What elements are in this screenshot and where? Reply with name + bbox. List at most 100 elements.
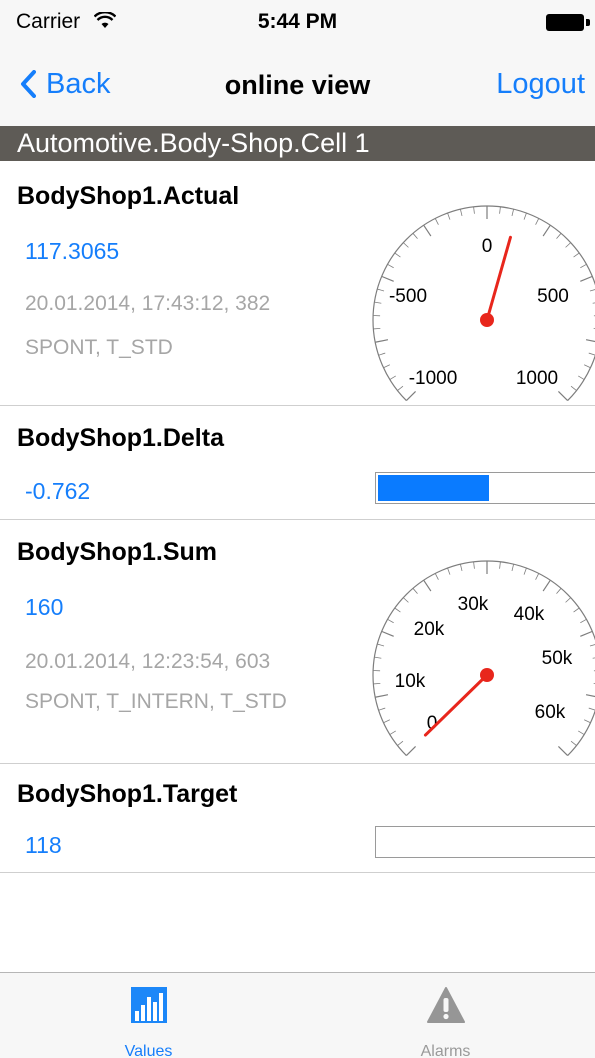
gauge-tick <box>473 206 475 214</box>
gauge-tick <box>589 644 595 647</box>
tab-alarms[interactable]: Alarms <box>297 973 594 1058</box>
gauge-tick <box>535 218 540 225</box>
gauge-tick <box>499 561 501 569</box>
gauge-tick <box>381 275 394 282</box>
gauge-label: 60k <box>535 702 566 723</box>
gauge-tick <box>565 242 571 248</box>
separator <box>0 872 595 873</box>
gauge-tick <box>447 212 451 220</box>
item-value-target: 118 <box>25 832 62 858</box>
gauge-tick <box>412 233 418 239</box>
gauge-tick <box>585 694 595 698</box>
separator <box>0 763 595 764</box>
gauge-label: 1000 <box>516 368 558 389</box>
gauge-tick <box>378 707 386 711</box>
gauge-tick <box>394 252 401 258</box>
section-header: Automotive.Body-Shop.Cell 1 <box>0 126 595 161</box>
gauge-tick <box>434 573 439 580</box>
gauge-tick <box>373 327 381 330</box>
progress-fill-delta <box>378 475 489 501</box>
gauge-label: 10k <box>395 671 426 692</box>
gauge-tick <box>459 564 463 572</box>
gauge-tick <box>580 618 587 624</box>
item-flags-actual: SPONT, T_STD <box>25 336 173 359</box>
gauge-tick <box>588 707 595 711</box>
gauge-tick <box>374 656 382 659</box>
item-title-actual: BodyShop1.Actual <box>17 182 240 210</box>
gauge-label: 0 <box>482 236 493 257</box>
gauge-tick <box>542 224 551 237</box>
gauge-tick <box>381 630 394 637</box>
gauge-tick <box>580 263 587 269</box>
item-value-sum: 160 <box>25 594 64 620</box>
gauge-tick <box>374 301 382 304</box>
separator <box>0 519 595 520</box>
progress-bar-target <box>375 826 595 858</box>
gauge-label: -1000 <box>409 368 458 389</box>
gauge-tick <box>573 252 580 258</box>
gauge-tick <box>394 607 401 613</box>
nav-bar: Back online view Logout <box>0 42 595 126</box>
gauge-tick <box>387 263 394 269</box>
gauge-tick <box>405 745 417 757</box>
gauge-tick <box>375 339 389 343</box>
status-bar: Carrier 5:44 PM <box>0 0 595 42</box>
gauge-tick <box>499 206 501 214</box>
gauge-tick <box>584 719 591 724</box>
gauge-tick <box>377 643 385 647</box>
gauge-tick <box>570 385 577 391</box>
gauge-tick <box>423 579 432 592</box>
gauge-tick <box>375 694 389 698</box>
gauge-tick <box>523 567 527 575</box>
gauge-tick <box>578 375 585 380</box>
gauge-tick <box>377 288 385 292</box>
gauge-label: 50k <box>542 648 573 669</box>
logout-button[interactable]: Logout <box>496 68 585 101</box>
gauge-tick <box>557 745 569 757</box>
item-title-sum: BodyShop1.Sum <box>17 538 218 566</box>
gauge-tick <box>588 352 595 356</box>
gauge-tick <box>412 588 418 594</box>
gauge-tick <box>580 630 593 637</box>
gauge-tick <box>383 719 390 724</box>
gauge-label: 30k <box>458 594 489 615</box>
tab-bar: Values Alarms <box>0 972 595 1058</box>
gauge-tick <box>589 289 595 292</box>
gauge-label: 500 <box>537 286 569 307</box>
tab-label-alarms: Alarms <box>420 1043 471 1058</box>
gauge-tick <box>405 390 417 402</box>
gauge-tick <box>556 588 562 594</box>
item-timestamp-sum: 20.01.2014, 12:23:54, 603 <box>25 650 271 673</box>
gauge-tick <box>397 385 404 391</box>
item-title-target: BodyShop1.Target <box>17 780 238 808</box>
gauge-sum: 010k20k30k 40k50k60k <box>372 560 595 757</box>
gauge-tick <box>403 597 409 603</box>
gauge-tick <box>523 212 527 220</box>
item-timestamp-actual: 20.01.2014, 17:43:12, 382 <box>25 292 271 315</box>
gauge-tick <box>542 579 551 592</box>
gauge-tick <box>511 564 515 572</box>
tab-values[interactable]: Values <box>0 973 297 1058</box>
gauge-tick <box>389 730 396 735</box>
gauge-tick <box>556 233 562 239</box>
warning-icon <box>427 987 465 1023</box>
gauge-label: 20k <box>414 619 445 640</box>
gauge-tick <box>573 607 580 613</box>
gauge-tick <box>447 567 451 575</box>
item-flags-sum: SPONT, T_INTERN, T_STD <box>25 690 287 713</box>
gauge-tick <box>557 390 569 402</box>
gauge-tick <box>387 618 394 624</box>
gauge-tick <box>585 339 595 343</box>
progress-bar-delta <box>375 472 595 504</box>
gauge-needle <box>423 673 489 737</box>
gauge-actual: -1000 -500 0 500 1000 <box>372 205 595 402</box>
status-time: 5:44 PM <box>257 10 338 33</box>
bar-chart-icon <box>131 987 167 1023</box>
gauge-label: 40k <box>514 604 545 625</box>
gauge-tick <box>570 740 577 746</box>
gauge-hub <box>480 313 494 327</box>
item-title-delta: BodyShop1.Delta <box>17 424 224 452</box>
gauge-tick <box>473 561 475 569</box>
item-value-actual: 117.3065 <box>25 238 120 264</box>
gauge-tick <box>434 218 439 225</box>
